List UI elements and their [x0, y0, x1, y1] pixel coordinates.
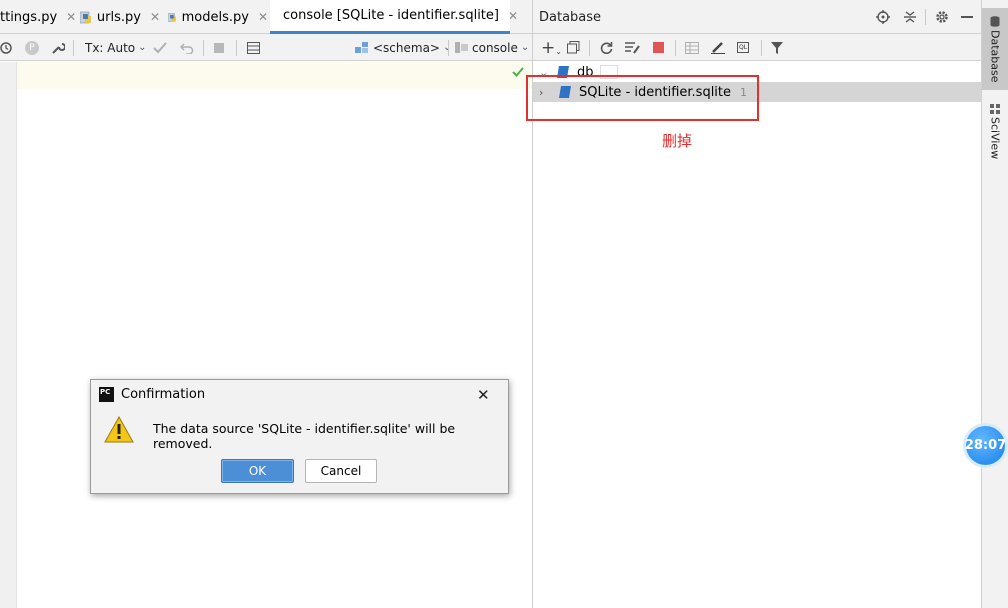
inspection-ok-icon: [512, 66, 524, 81]
annotation-highlight-box: [526, 75, 759, 121]
close-icon[interactable]: ✕: [508, 9, 518, 23]
add-icon[interactable]: + ⌄: [541, 34, 562, 61]
chevron-down-icon: ⌄: [520, 42, 530, 53]
close-icon[interactable]: ✕: [150, 10, 160, 24]
session-dropdown[interactable]: console ⌄: [455, 34, 529, 61]
toolbar-separator: [236, 40, 237, 56]
confirmation-dialog: PC Confirmation ✕ The data source 'SQLit…: [90, 379, 509, 494]
annotation-text: 删掉: [662, 132, 693, 150]
stop-icon[interactable]: [214, 34, 224, 61]
cancel-button[interactable]: Cancel: [305, 459, 377, 483]
editor-current-line[interactable]: [17, 62, 533, 89]
tab-console[interactable]: console [SQLite - identifier.sqlite] ✕: [270, 0, 518, 34]
ok-button[interactable]: OK: [221, 459, 294, 483]
tab-label: models.py: [181, 9, 249, 25]
database-panel-header: Database: [533, 0, 981, 34]
stop-icon[interactable]: [653, 34, 664, 61]
tx-mode-dropdown[interactable]: Tx: Auto ⌄: [85, 34, 147, 61]
warning-icon: [104, 415, 134, 447]
clock-widget[interactable]: 28:07: [963, 423, 1008, 468]
close-icon[interactable]: ✕: [66, 10, 76, 24]
toolbar-separator: [203, 40, 204, 56]
chevron-down-icon: ⌄: [138, 42, 147, 53]
table-view-icon[interactable]: [685, 34, 699, 61]
python-file-icon: [168, 12, 176, 22]
editor-toolbar: P Tx: Auto ⌄ <schema> ⌄ console ⌄: [0, 34, 533, 61]
gear-icon[interactable]: [935, 10, 949, 28]
locate-icon[interactable]: [876, 10, 890, 28]
dialog-title: Confirmation: [121, 387, 206, 402]
tab-label: urls.py: [96, 9, 141, 25]
schema-icon: [355, 41, 368, 53]
tab-models-py[interactable]: models.py ✕: [168, 0, 268, 34]
toolbar-separator: [675, 40, 676, 56]
right-tool-stripe: Database SciView: [981, 0, 1008, 608]
console-icon: [455, 42, 468, 53]
tab-urls-py[interactable]: urls.py ✕: [80, 0, 160, 34]
close-icon[interactable]: ✕: [477, 386, 490, 404]
panel-title: Database: [539, 10, 602, 25]
history-icon[interactable]: [0, 34, 12, 61]
commit-check-icon[interactable]: [153, 34, 167, 61]
toolbar-separator: [589, 40, 590, 56]
sciview-icon: [990, 104, 1000, 115]
properties-icon[interactable]: [625, 34, 640, 61]
stripe-tab-sciview[interactable]: SciView: [982, 100, 1008, 164]
edit-icon[interactable]: [711, 34, 725, 61]
collapse-all-icon[interactable]: [903, 10, 917, 28]
minimize-icon[interactable]: [961, 10, 973, 18]
refresh-icon[interactable]: [600, 34, 613, 61]
editor-tab-bar: ttings.py ✕ urls.py ✕ models.py ✕ consol…: [0, 0, 533, 34]
schema-dropdown[interactable]: <schema> ⌄: [355, 34, 451, 61]
tab-settings-py[interactable]: ttings.py ✕: [0, 0, 76, 34]
toolbar-separator: [448, 40, 449, 56]
toolbar-separator: [761, 40, 762, 56]
toolbar-separator: [925, 9, 926, 25]
results-table-icon[interactable]: [247, 34, 260, 61]
wrench-icon[interactable]: [51, 34, 65, 61]
database-toolbar: + ⌄ QL: [533, 34, 981, 61]
dialog-message: The data source 'SQLite - identifier.sql…: [153, 421, 456, 451]
editor-gutter: [0, 62, 17, 608]
pycharm-logo-icon: PC: [99, 387, 114, 402]
filter-icon[interactable]: [771, 34, 783, 61]
stripe-tab-database[interactable]: Database: [982, 8, 1008, 90]
close-icon[interactable]: ✕: [258, 10, 268, 24]
parameters-icon[interactable]: P: [25, 34, 39, 61]
python-file-icon: [80, 11, 91, 23]
tab-label: ttings.py: [0, 9, 58, 25]
copy-icon[interactable]: [567, 34, 580, 61]
toolbar-separator: [73, 40, 74, 56]
database-icon: [990, 15, 1000, 27]
tab-label: console [SQLite - identifier.sqlite]: [283, 8, 499, 23]
ql-console-icon[interactable]: QL: [737, 34, 750, 61]
rollback-icon[interactable]: [180, 34, 194, 61]
